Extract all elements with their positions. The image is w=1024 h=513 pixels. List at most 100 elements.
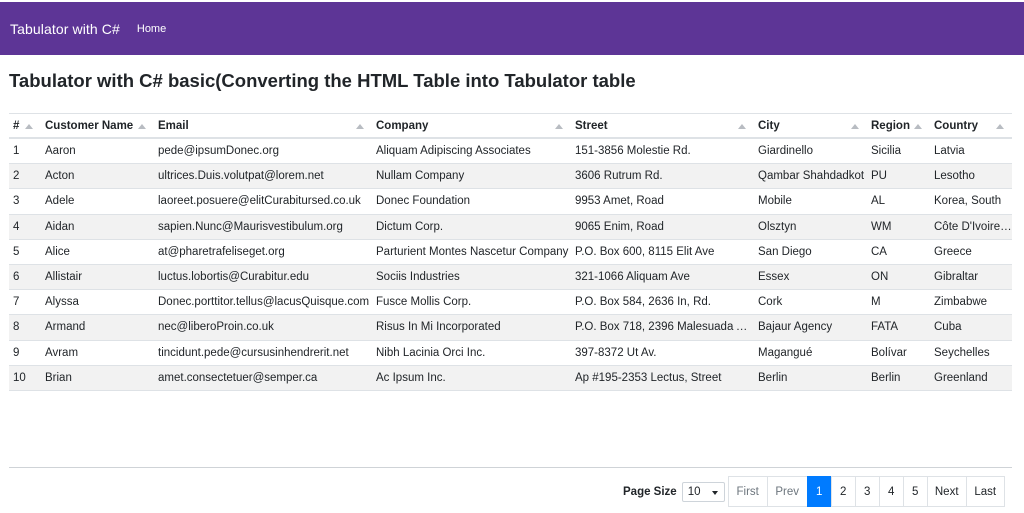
cell-city: Bajaur Agency [758,321,833,334]
cell-region: Berlin [871,371,901,384]
cell-street: 9953 Amet, Road [575,195,664,208]
table-row[interactable]: 5 Alice at@pharetrafeliseget.org Parturient… [9,239,1012,265]
cell-city: Mobile [758,195,792,208]
sort-arrow-icon [996,124,1004,129]
data-table: # Customer Name Email Company Street Cit… [9,113,1012,391]
cell-region: WM [871,220,892,233]
page-button-2[interactable]: 2 [830,476,856,507]
page-button-5[interactable]: 5 [902,476,928,507]
column-header-label: Region [871,119,910,132]
table-body: 1 Aaron pede@ipsumDonec.org Aliquam Adipisc… [9,139,1012,391]
cell-country: Lesotho [934,170,975,183]
cell-id: 8 [13,321,20,334]
cell-company: Risus In Mi Incorporated [376,321,501,334]
sort-arrow-icon [851,124,859,129]
sort-arrow-icon [356,124,364,129]
cell-customer-name: Aaron [45,145,76,158]
chevron-down-icon [711,490,718,495]
column-header-label: Company [376,119,429,132]
cell-street: 397-8372 Ut Av. [575,346,657,359]
cell-city: Qambar Shahdadkot [758,170,865,183]
page-button-3[interactable]: 3 [854,476,880,507]
cell-company: Aliquam Adipiscing Associates [376,145,531,158]
cell-city: Essex [758,271,790,284]
cell-company: Sociis Industries [376,271,460,284]
cell-street: 321-1066 Aliquam Ave [575,271,690,284]
table-row[interactable]: 2 Acton ultrices.Duis.volutpat@lorem.net Nu… [9,164,1012,190]
cell-region: AL [871,195,886,208]
table-row[interactable]: 1 Aaron pede@ipsumDonec.org Aliquam Adipisc… [9,139,1012,165]
cell-id: 2 [13,170,20,183]
cell-region: CA [871,245,887,258]
column-header-id[interactable]: # [9,114,41,137]
cell-city: Berlin [758,371,788,384]
column-header-label: Street [575,119,608,132]
cell-customer-name: Aidan [45,220,75,233]
page-size-select[interactable]: 10 [681,481,725,502]
cell-country: Côte D'Ivoire (Ivory Coast) [934,220,1012,233]
table-row[interactable]: 10 Brian amet.consectetuer@semper.ca Ac Ips… [9,365,1012,391]
cell-region: PU [871,170,887,183]
navbar-brand[interactable]: Tabulator with C# [10,21,120,37]
cell-customer-name: Adele [45,195,75,208]
cell-country: Zimbabwe [934,296,988,309]
cell-email: laoreet.posuere@elitCurabitursed.co.uk [158,195,361,208]
cell-region: ON [871,271,889,284]
table-row[interactable]: 4 Aidan sapien.Nunc@Maurisvestibulum.org Di… [9,214,1012,240]
page-button-1[interactable]: 1 [806,476,832,507]
table-row[interactable]: 3 Adele laoreet.posuere@elitCurabitursed.c… [9,189,1012,215]
table-footer-divider [9,467,1012,468]
prev-page-button[interactable]: Prev [766,476,808,507]
cell-region: FATA [871,321,899,334]
column-header-label: City [758,119,780,132]
cell-country: Cuba [934,321,962,334]
cell-customer-name: Allistair [45,271,83,284]
cell-id: 4 [13,220,20,233]
cell-street: P.O. Box 600, 8115 Elit Ave [575,245,715,258]
cell-id: 1 [13,145,20,158]
column-header-label: # [13,119,20,132]
column-header-email[interactable]: Email [154,114,372,137]
sort-arrow-icon [138,124,146,129]
next-page-button[interactable]: Next [926,476,967,507]
cell-company: Dictum Corp. [376,220,444,233]
page-size-label: Page Size [623,485,677,498]
cell-region: Sicilia [871,145,902,158]
page-button-4[interactable]: 4 [878,476,904,507]
sort-arrow-icon [738,124,746,129]
cell-country: Latvia [934,145,965,158]
column-header-country[interactable]: Country [930,114,1012,137]
table-row[interactable]: 7 Alyssa Donec.porttitor.tellus@lacusQuisq… [9,290,1012,316]
nav-link-home[interactable]: Home [137,23,166,35]
column-header-region[interactable]: Region [867,114,930,137]
cell-city: Giardinello [758,145,813,158]
cell-email: nec@liberoProin.co.uk [158,321,274,334]
cell-customer-name: Brian [45,371,72,384]
cell-city: San Diego [758,245,812,258]
column-header-customer-name[interactable]: Customer Name [41,114,154,137]
first-page-button[interactable]: First [727,476,768,507]
cell-id: 10 [13,371,26,384]
pagination: Page Size 10 First Prev 1 2 3 4 5 Next L… [623,476,1005,507]
cell-customer-name: Alyssa [45,296,79,309]
cell-country: Greece [934,245,972,258]
column-header-city[interactable]: City [754,114,867,137]
page-size-value: 10 [687,485,701,498]
cell-email: pede@ipsumDonec.org [158,145,279,158]
table-row[interactable]: 9 Avram tincidunt.pede@cursusinhendrerit.n… [9,340,1012,366]
table-row[interactable]: 6 Allistair luctus.lobortis@Curabitur.edu S… [9,264,1012,291]
cell-company: Ac Ipsum Inc. [376,371,446,384]
cell-company: Donec Foundation [376,195,470,208]
cell-street: 151-3856 Molestie Rd. [575,145,691,158]
cell-company: Nibh Lacinia Orci Inc. [376,346,486,359]
cell-customer-name: Armand [45,321,86,334]
column-header-street[interactable]: Street [571,114,754,137]
table-row[interactable]: 8 Armand nec@liberoProin.co.uk Risus In Mi … [9,315,1012,341]
cell-street: P.O. Box 718, 2396 Malesuada Ave [575,321,754,334]
last-page-button[interactable]: Last [965,476,1005,507]
cell-street: 3606 Rutrum Rd. [575,170,663,183]
column-header-label: Country [934,119,979,132]
column-header-company[interactable]: Company [372,114,571,137]
cell-id: 6 [13,271,20,284]
cell-street: P.O. Box 584, 2636 In, Rd. [575,296,711,309]
